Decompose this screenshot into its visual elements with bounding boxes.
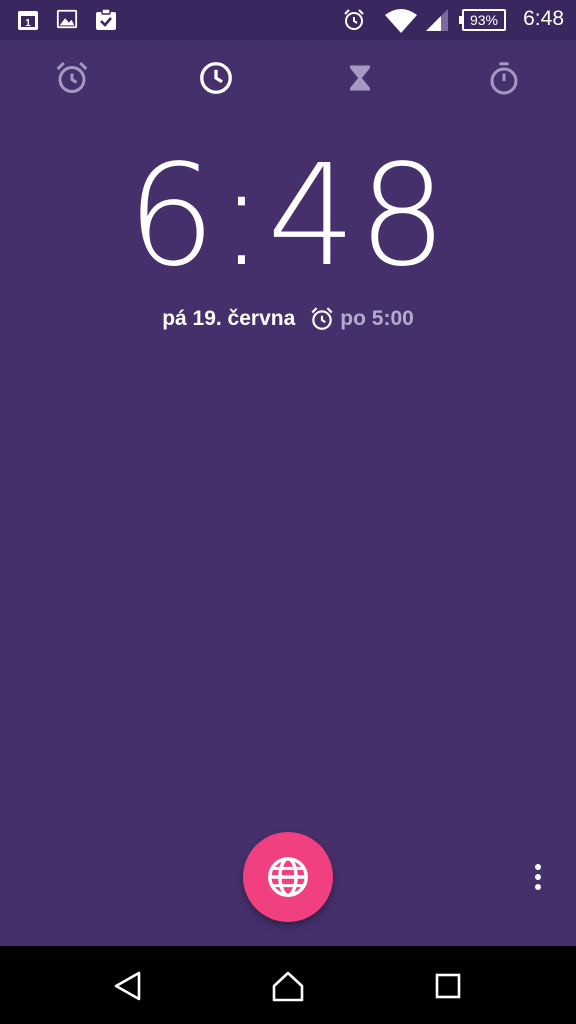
clock-app-tabs: [0, 40, 576, 118]
back-icon: [114, 971, 141, 1001]
digital-clock: 6:48: [126, 135, 450, 298]
recents-icon: [435, 973, 461, 999]
clock-tab[interactable]: [196, 58, 236, 98]
menu-dot: [535, 874, 541, 880]
signal-icon: [424, 8, 450, 37]
stopwatch-icon: [490, 62, 518, 95]
calendar-icon: 1: [16, 8, 40, 37]
back-button[interactable]: [108, 966, 148, 1006]
status-bar: 1 93% 6:48: [0, 0, 576, 40]
alarm-tab[interactable]: [52, 58, 92, 98]
alarm-icon: [311, 307, 333, 330]
hourglass-icon: [350, 65, 370, 91]
globe-icon: [268, 857, 308, 897]
clipboard-check-icon: [94, 8, 118, 37]
timer-tab[interactable]: [340, 58, 380, 98]
menu-dot: [535, 884, 541, 890]
alarm-clock-icon: [56, 61, 88, 93]
status-time: 6:48: [523, 7, 564, 30]
current-date: pá 19. června: [162, 307, 296, 330]
wifi-icon: [384, 8, 418, 39]
stopwatch-tab[interactable]: [484, 58, 524, 98]
battery-icon: 93%: [459, 9, 506, 31]
svg-text:1: 1: [25, 18, 31, 29]
home-button[interactable]: [268, 966, 308, 1006]
alarm-icon: [342, 8, 366, 37]
image-icon: [56, 8, 78, 35]
home-icon: [272, 971, 304, 1002]
battery-level: 93%: [469, 12, 499, 28]
date-row: pá 19. června po 5:00: [0, 306, 576, 332]
overflow-menu-button[interactable]: [524, 858, 552, 896]
recents-button[interactable]: [428, 966, 468, 1006]
next-alarm-time: po 5:00: [340, 307, 414, 330]
menu-dot: [535, 864, 541, 870]
clock-icon: [200, 62, 232, 94]
navigation-bar: [0, 946, 576, 1024]
world-clock-button[interactable]: [243, 832, 333, 922]
next-alarm[interactable]: po 5:00: [309, 306, 414, 332]
